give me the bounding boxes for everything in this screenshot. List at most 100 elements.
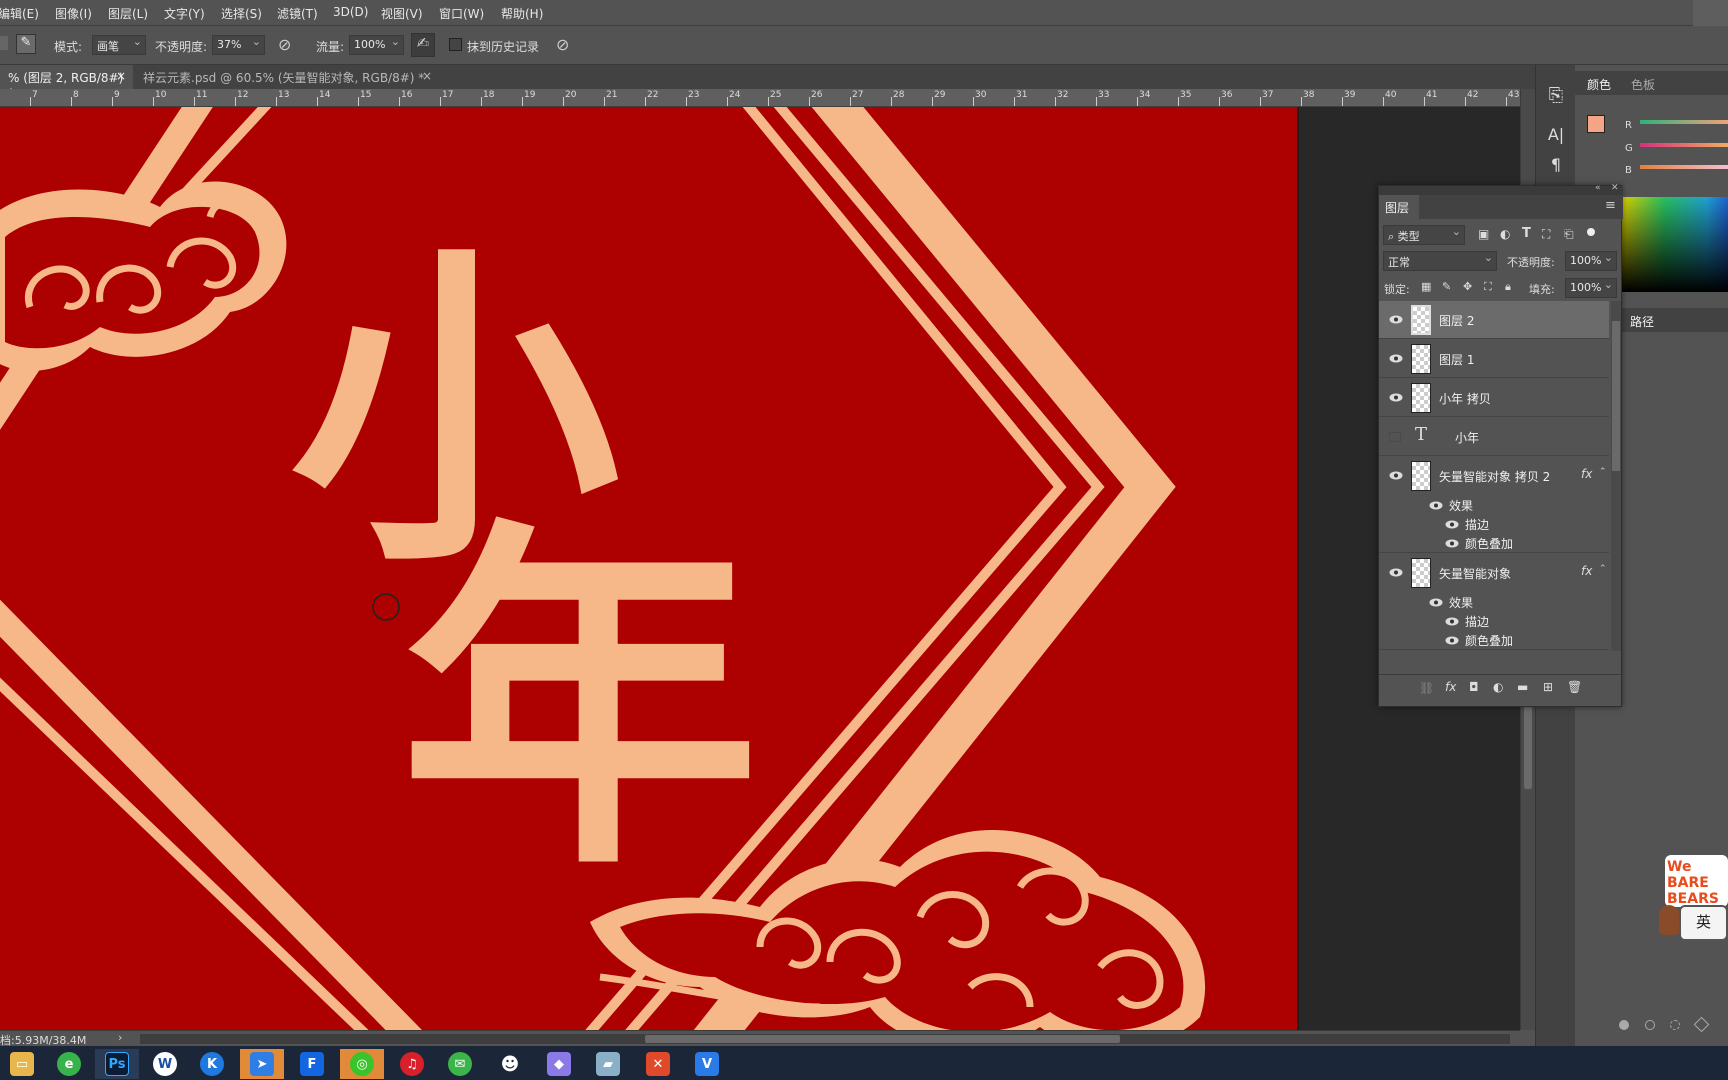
link-layers-icon[interactable]: ⛓ [1419,681,1434,695]
h-scroll-thumb[interactable] [645,1035,1120,1043]
window-control[interactable] [1693,0,1728,26]
eye-icon[interactable] [1445,520,1459,529]
taskbar-app-k[interactable]: K [190,1049,234,1079]
load-selection-icon[interactable] [1670,1020,1680,1030]
eye-icon[interactable] [1445,617,1459,626]
lock-transparency-icon[interactable]: ▦ [1421,280,1431,293]
taskbar-app-f[interactable]: F [290,1049,334,1079]
taskbar-browser[interactable]: e [47,1049,91,1079]
collapse-effects-icon[interactable]: ⌃ [1599,467,1607,477]
mode-select[interactable]: 画笔 [92,35,146,55]
tab-xiangyun[interactable]: 祥云元素.psd @ 60.5% (矢量智能对象, RGB/8#) * × [137,65,437,89]
ime-indicator[interactable]: 英 [1679,905,1728,941]
fill-path-icon[interactable] [1619,1020,1629,1030]
brush-preset-icon[interactable]: ✎ [16,34,36,54]
taskbar-feishu[interactable]: ➤ [240,1049,284,1079]
color-spectrum[interactable] [1622,197,1728,292]
tab-swatches[interactable]: 色板 [1631,76,1655,93]
menu-select[interactable]: 选择(S) [221,5,262,22]
filter-adjustment-icon[interactable]: ◐ [1500,227,1510,241]
eye-icon[interactable] [1445,636,1459,645]
menu-layer[interactable]: 图层(L) [108,5,148,22]
eye-icon[interactable] [1389,568,1403,577]
b-slider[interactable] [1640,165,1728,169]
tab-layers[interactable]: 图层 [1379,195,1419,219]
taskbar-wechat[interactable]: ✉ [438,1049,482,1079]
make-path-icon[interactable] [1693,1016,1710,1033]
layer-row[interactable]: 图层 1 [1379,340,1609,378]
close-icon[interactable]: × [422,69,432,83]
layer-name[interactable]: 矢量智能对象 [1439,565,1511,582]
tool-preset-edge[interactable] [0,36,8,50]
blend-mode-select[interactable]: 正常 [1383,251,1497,271]
status-menu-arrow[interactable]: › [118,1031,122,1044]
taskbar-app-doc[interactable]: ▰ [586,1049,630,1079]
layer-row[interactable]: T 小年 [1379,418,1609,456]
stroke-path-icon[interactable] [1645,1020,1655,1030]
menu-filter[interactable]: 滤镜(T) [277,5,318,22]
eye-icon[interactable] [1389,471,1403,480]
taskbar-app-v[interactable]: V [685,1049,729,1079]
lock-move-icon[interactable]: ✥ [1463,280,1472,293]
collapse-icon[interactable]: « [1595,183,1601,193]
r-slider[interactable] [1640,120,1728,124]
fx-badge[interactable]: fx [1581,564,1592,578]
pressure-size-icon[interactable]: ⊘ [556,35,576,55]
eye-icon[interactable] [1389,393,1403,402]
airbrush-icon[interactable]: ✍ [411,33,435,57]
layer-name[interactable]: 矢量智能对象 拷贝 2 [1439,468,1550,485]
fill-input[interactable]: 100% [1565,278,1617,298]
menu-image[interactable]: 图像(I) [55,5,92,22]
effect-stroke[interactable]: 描边 [1465,613,1489,630]
horizontal-scrollbar[interactable] [140,1034,1510,1044]
paragraph-icon[interactable]: ¶ [1544,155,1568,179]
foreground-color-swatch[interactable] [1587,115,1605,133]
filter-kind-select[interactable]: ⌕ 类型 [1383,225,1465,245]
lock-artboard-icon[interactable]: ⛶ [1484,280,1492,294]
canvas-area[interactable]: 小 年 [0,107,1520,1030]
layer-row[interactable]: 矢量智能对象 拷贝 2 fx ⌃ 效果 描边 颜色叠加 [1379,457,1609,553]
panel-grip[interactable]: « ✕ [1379,183,1623,195]
layer-name[interactable]: 小年 拷贝 [1439,390,1491,407]
lock-all-icon[interactable]: 🔒︎ [1505,280,1511,294]
g-slider[interactable] [1640,143,1728,147]
new-layer-icon[interactable]: ⊞ [1543,680,1553,694]
erase-history-checkbox[interactable] [449,38,462,51]
eye-icon[interactable] [1429,598,1443,607]
filter-pixel-icon[interactable]: ▣ [1478,227,1489,241]
effect-stroke[interactable]: 描边 [1465,516,1489,533]
layer-name[interactable]: 图层 2 [1439,312,1474,329]
taskbar-app-x[interactable]: ✕ [636,1049,680,1079]
taskbar-app-cube[interactable]: ◆ [537,1049,581,1079]
filter-shape-icon[interactable]: ⛶ [1542,227,1550,242]
effect-color-overlay[interactable]: 颜色叠加 [1465,535,1513,552]
add-mask-icon[interactable]: ◘ [1469,680,1479,694]
close-icon[interactable]: × [116,69,126,83]
pressure-opacity-icon[interactable]: ⊘ [278,35,298,55]
taskbar-app-w[interactable]: W [143,1049,187,1079]
layer-row[interactable]: 图层 2 [1379,301,1609,339]
menu-help[interactable]: 帮助(H) [501,5,543,22]
taskbar-explorer[interactable]: ▭ [0,1049,44,1079]
eye-icon[interactable] [1429,501,1443,510]
taskbar-netease-music[interactable]: ♫ [390,1049,434,1079]
layer-opacity-input[interactable]: 100% [1565,251,1617,271]
collapse-effects-icon[interactable]: ⌃ [1599,564,1607,574]
filter-type-icon[interactable]: T [1522,226,1531,241]
eye-icon[interactable] [1389,315,1403,324]
taskbar-app-face[interactable]: ☻ [488,1049,532,1079]
new-group-icon[interactable]: ▬ [1517,680,1528,694]
layer-name[interactable]: 小年 [1455,429,1479,446]
fx-badge[interactable]: fx [1581,467,1592,481]
flow-input[interactable]: 100% [349,35,404,55]
eye-icon[interactable] [1445,539,1459,548]
tab-color[interactable]: 颜色 [1587,76,1611,93]
effect-color-overlay[interactable]: 颜色叠加 [1465,632,1513,649]
tab-active[interactable]: % (图层 2, RGB/8#) * × [0,65,133,100]
menu-edit[interactable]: 编辑(E) [0,5,39,22]
eye-icon[interactable] [1389,354,1403,363]
menu-3d[interactable]: 3D(D) [333,5,368,19]
panel-menu-icon[interactable]: ≡ [1605,198,1616,213]
taskbar-app-green[interactable]: ◎ [340,1049,384,1079]
character-icon[interactable]: A| [1544,125,1568,149]
